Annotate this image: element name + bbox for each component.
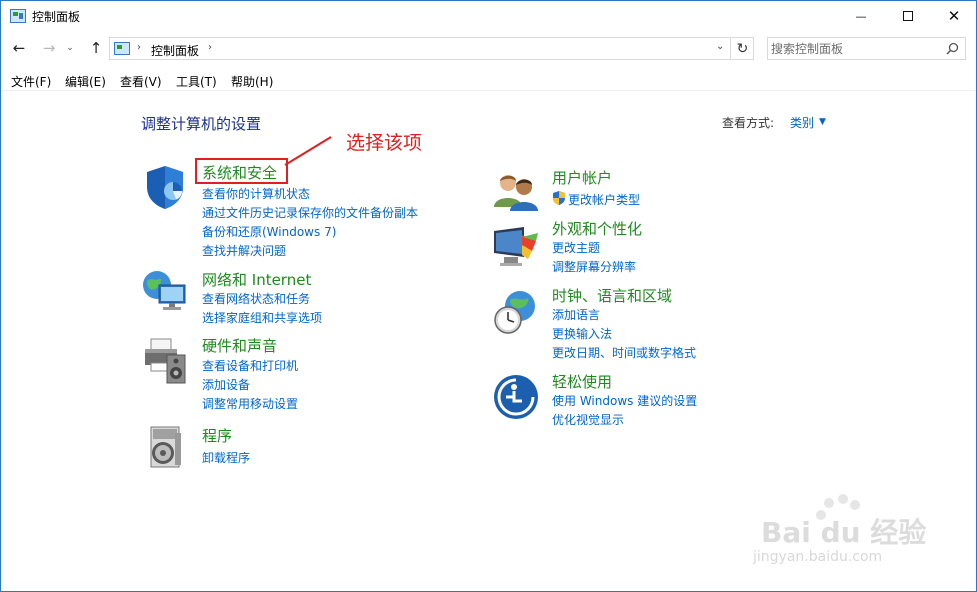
menu-tools[interactable]: 工具(T) bbox=[176, 73, 217, 90]
link-devices-printers[interactable]: 查看设备和打印机 bbox=[202, 357, 298, 374]
annotation-pointer-line bbox=[284, 136, 332, 166]
control-panel-icon bbox=[10, 9, 26, 23]
users-icon[interactable] bbox=[492, 169, 540, 217]
category-title-programs[interactable]: 程序 bbox=[202, 425, 232, 446]
menu-edit[interactable]: 编辑(E) bbox=[65, 73, 106, 90]
search-input[interactable] bbox=[771, 40, 941, 57]
link-backup-restore-win7[interactable]: 备份和还原(Windows 7) bbox=[202, 223, 336, 240]
link-homegroup-sharing[interactable]: 选择家庭组和共享选项 bbox=[202, 309, 322, 326]
breadcrumb-control-panel[interactable]: 控制面板 bbox=[151, 42, 199, 59]
category-title-ease-of-access[interactable]: 轻松使用 bbox=[552, 371, 612, 392]
control-panel-window: 控制面板 — ✕ ← → ⌄ ↑ › 控制面板 › ⌄ ↻ 文件(F) 编辑(E… bbox=[0, 0, 977, 592]
minimize-icon: — bbox=[855, 9, 867, 23]
address-bar[interactable]: › 控制面板 › ⌄ bbox=[109, 37, 731, 60]
menu-file[interactable]: 文件(F) bbox=[11, 73, 51, 90]
up-arrow-icon: ↑ bbox=[89, 39, 103, 57]
maximize-icon bbox=[903, 11, 913, 21]
forward-button[interactable]: → bbox=[40, 37, 58, 59]
link-change-account-type[interactable]: 更改帐户类型 bbox=[568, 191, 640, 208]
forward-arrow-icon: → bbox=[42, 39, 56, 57]
recent-locations-button[interactable]: ⌄ bbox=[64, 37, 76, 59]
back-arrow-icon: ← bbox=[12, 39, 26, 57]
search-box[interactable] bbox=[767, 37, 966, 60]
menu-bar: 文件(F) 编辑(E) 查看(V) 工具(T) 帮助(H) bbox=[1, 69, 976, 91]
watermark-text: Bai du 经验 bbox=[761, 516, 927, 549]
link-network-status-tasks[interactable]: 查看网络状态和任务 bbox=[202, 290, 310, 307]
breadcrumb-separator[interactable]: › bbox=[137, 42, 141, 53]
window-title: 控制面板 bbox=[32, 10, 81, 24]
link-view-computer-status[interactable]: 查看你的计算机状态 bbox=[202, 185, 310, 202]
category-title-user-accounts[interactable]: 用户帐户 bbox=[552, 167, 612, 188]
title-bar: 控制面板 — ✕ bbox=[1, 1, 976, 32]
link-troubleshoot[interactable]: 查找并解决问题 bbox=[202, 242, 286, 259]
category-title-clock-language-region[interactable]: 时钟、语言和区域 bbox=[552, 285, 672, 306]
ease-of-access-icon[interactable] bbox=[492, 373, 540, 421]
shield-icon[interactable] bbox=[141, 163, 189, 211]
category-title-system-security[interactable]: 系统和安全 bbox=[202, 162, 277, 183]
back-button[interactable]: ← bbox=[10, 37, 28, 59]
close-icon: ✕ bbox=[947, 7, 961, 25]
chevron-down-icon[interactable]: ▼ bbox=[819, 117, 826, 127]
link-file-history-backup[interactable]: 通过文件历史记录保存你的文件备份副本 bbox=[202, 204, 418, 221]
close-button[interactable]: ✕ bbox=[931, 1, 977, 31]
link-add-language[interactable]: 添加语言 bbox=[552, 306, 600, 323]
link-windows-recommended-settings[interactable]: 使用 Windows 建议的设置 bbox=[552, 392, 697, 409]
link-change-input-method[interactable]: 更换输入法 bbox=[552, 325, 612, 342]
printer-icon[interactable] bbox=[141, 337, 189, 385]
uac-shield-icon bbox=[553, 191, 565, 205]
link-uninstall-program[interactable]: 卸载程序 bbox=[202, 449, 250, 466]
address-dropdown-icon[interactable]: ⌄ bbox=[716, 41, 724, 52]
navigation-bar: ← → ⌄ ↑ › 控制面板 › ⌄ ↻ bbox=[1, 34, 976, 64]
control-panel-icon bbox=[114, 42, 130, 55]
display-icon[interactable] bbox=[492, 223, 540, 271]
category-title-network-internet[interactable]: 网络和 Internet bbox=[202, 269, 311, 290]
programs-icon[interactable] bbox=[141, 423, 189, 471]
annotation-text: 选择该项 bbox=[346, 132, 423, 154]
menu-help[interactable]: 帮助(H) bbox=[231, 73, 273, 90]
link-change-theme[interactable]: 更改主题 bbox=[552, 239, 600, 256]
link-add-device[interactable]: 添加设备 bbox=[202, 376, 250, 393]
up-button[interactable]: ↑ bbox=[87, 37, 105, 59]
link-change-date-time-format[interactable]: 更改日期、时间或数字格式 bbox=[552, 344, 696, 361]
link-mobility-settings[interactable]: 调整常用移动设置 bbox=[202, 395, 298, 412]
category-title-hardware-sound[interactable]: 硬件和声音 bbox=[202, 335, 277, 356]
view-by-dropdown[interactable]: 类别 bbox=[790, 114, 814, 131]
clock-globe-icon[interactable] bbox=[492, 288, 540, 336]
minimize-button[interactable]: — bbox=[838, 1, 884, 31]
view-by-label: 查看方式: bbox=[722, 116, 775, 130]
maximize-button[interactable] bbox=[885, 1, 931, 31]
link-adjust-resolution[interactable]: 调整屏幕分辨率 bbox=[552, 258, 636, 275]
watermark-url: jingyan.baidu.com bbox=[753, 549, 883, 565]
refresh-icon: ↻ bbox=[736, 40, 749, 57]
refresh-button[interactable]: ↻ bbox=[732, 37, 754, 60]
page-title: 调整计算机的设置 bbox=[141, 115, 262, 133]
menu-view[interactable]: 查看(V) bbox=[120, 73, 162, 90]
category-title-appearance-personalization[interactable]: 外观和个性化 bbox=[552, 218, 642, 239]
link-optimize-visual-display[interactable]: 优化视觉显示 bbox=[552, 411, 624, 428]
breadcrumb-separator[interactable]: › bbox=[208, 42, 212, 53]
search-icon[interactable] bbox=[946, 42, 959, 55]
chevron-down-icon: ⌄ bbox=[66, 43, 74, 53]
network-icon[interactable] bbox=[141, 267, 189, 315]
